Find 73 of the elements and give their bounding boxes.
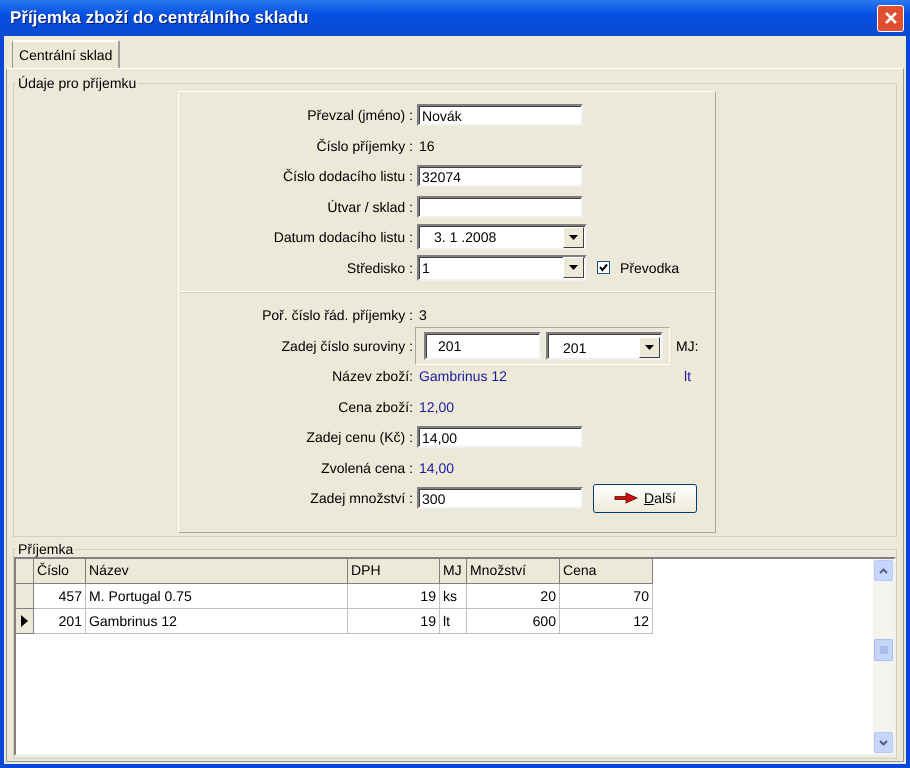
field-value: 3 <box>418 307 427 324</box>
input-field[interactable] <box>417 196 583 218</box>
field-value: 16 <box>418 138 435 154</box>
scroll-thumb[interactable] <box>874 639 893 661</box>
field-label: Převzal (jméno) : <box>306 107 414 124</box>
table-cell: 20 <box>467 584 560 609</box>
tab[interactable]: Centrální sklad <box>12 40 120 68</box>
table-cell: 19 <box>348 584 440 609</box>
field-label: Středisko : <box>346 260 414 276</box>
table-cell: Gambrinus 12 <box>86 609 348 634</box>
field-label: Zvolená cena : <box>320 460 414 476</box>
window-title: Příjemka zboží do centrálního skladu <box>10 8 309 28</box>
caret-icon <box>569 265 578 270</box>
dropdown-button[interactable] <box>563 257 584 278</box>
field-label: Číslo příjemky : <box>316 138 414 154</box>
caret-icon <box>569 234 578 240</box>
caret-icon <box>645 345 654 350</box>
group-title: Příjemka <box>17 541 74 557</box>
column-header[interactable]: Číslo <box>34 559 86 584</box>
field-label: Zadej číslo suroviny : <box>280 338 414 354</box>
table-cell: ks <box>440 584 467 609</box>
table-cell: 600 <box>467 609 560 634</box>
input-field[interactable]: Novák <box>417 104 583 126</box>
scroll-down-button[interactable] <box>874 732 893 753</box>
close-icon <box>884 11 898 25</box>
next-button[interactable]: Další <box>593 484 697 513</box>
close-button[interactable] <box>877 4 904 32</box>
field-value: Gambrinus 12 <box>418 368 507 384</box>
arrow-icon <box>614 492 638 504</box>
check-icon <box>599 263 608 272</box>
grip-icon <box>880 646 888 654</box>
table-cell: 12 <box>560 609 653 634</box>
input-field[interactable]: 32074 <box>417 165 583 188</box>
chevron-down-icon <box>879 740 888 746</box>
field-label: Zadej množství : <box>309 490 414 506</box>
table-cell: 201 <box>34 609 86 634</box>
table-cell: M. Portugal 0.75 <box>86 584 348 609</box>
dropdown-field[interactable]: 201 <box>546 332 663 360</box>
table-cell: 19 <box>348 609 440 634</box>
input-field[interactable]: 14,00 <box>417 426 583 448</box>
current-row-icon <box>21 615 28 627</box>
column-header[interactable]: MJ <box>440 559 467 584</box>
group-title: Údaje pro příjemku <box>17 75 138 91</box>
checkbox-label: Převodka <box>620 260 680 276</box>
dropdown-field[interactable]: 3. 1 .2008 <box>417 224 587 250</box>
dropdown-button[interactable] <box>639 337 660 358</box>
checkbox[interactable] <box>597 261 610 274</box>
column-header[interactable]: Název <box>86 559 348 584</box>
scrollbar[interactable] <box>873 559 894 754</box>
row-indicator[interactable] <box>16 609 34 634</box>
unit-value: lt <box>684 368 691 384</box>
field-label: Datum dodacího listu : <box>272 229 414 246</box>
input-field[interactable]: 201 <box>424 332 541 360</box>
field-label: Název zboží: <box>331 368 414 384</box>
chevron-up-icon <box>879 568 888 574</box>
table-cell: lt <box>440 609 467 634</box>
field-label: Zadej cenu (Kč) : <box>305 429 414 446</box>
column-header[interactable]: Množství <box>467 559 560 584</box>
field-label: Cena zboží: <box>337 398 414 415</box>
field-label: Číslo dodacího listu : <box>282 168 414 184</box>
column-header[interactable]: DPH <box>348 559 440 584</box>
field-label: Poř. číslo řád. příjemky : <box>261 307 414 324</box>
unit-label: MJ: <box>676 338 699 354</box>
input-field[interactable]: 300 <box>417 487 583 510</box>
table-cell: 457 <box>34 584 86 609</box>
field-value: 14,00 <box>418 460 454 476</box>
scroll-up-button[interactable] <box>874 560 893 581</box>
field-value: 12,00 <box>418 398 454 415</box>
dropdown-button[interactable] <box>563 226 584 248</box>
dropdown-field[interactable]: 1 <box>417 254 587 281</box>
table-cell: 70 <box>560 584 653 609</box>
column-header[interactable]: Cena <box>560 559 653 584</box>
field-label: Útvar / sklad : <box>326 198 414 215</box>
